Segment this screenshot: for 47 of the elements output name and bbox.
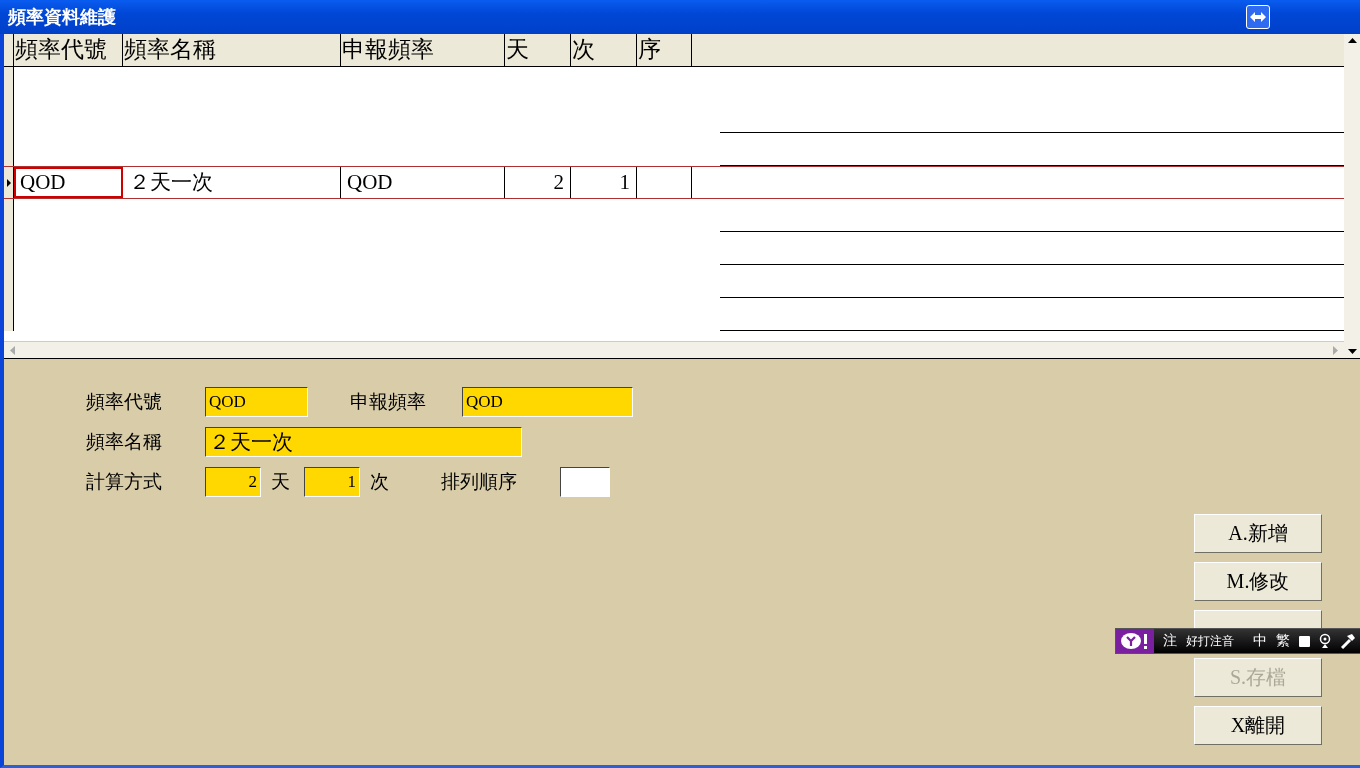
field-label: 頻率代號 [86,389,163,414]
ime-label[interactable]: 注 [1163,632,1177,650]
resize-arrows-icon [1250,12,1266,22]
column-header[interactable]: 次 [571,34,637,66]
days-field[interactable]: 2 [205,467,261,497]
order-field[interactable] [560,467,610,497]
yahoo-logo-icon [1116,629,1154,653]
field-label: 排列順序 [441,469,518,494]
row-selector[interactable] [4,167,14,198]
current-row-icon [6,178,11,187]
unit-label: 天 [271,469,290,494]
table-cell: ２天一次 [123,167,341,198]
field-label: 計算方式 [86,469,163,494]
column-header[interactable]: 頻率名稱 [123,34,341,66]
column-header[interactable]: 頻率代號 [14,34,123,66]
square-icon[interactable] [1299,635,1310,647]
row-selector[interactable] [4,298,14,331]
table-cell: 1 [571,167,637,198]
field-label: 申報頻率 [350,389,426,414]
code-field[interactable]: QOD [205,387,308,417]
ime-label[interactable]: 繁 [1276,632,1290,650]
table-cell: 2 [505,167,571,198]
window-title: 頻率資料維護 [8,5,116,29]
ime-toolbar[interactable]: 注 好打注音 中 繁 [1115,628,1360,654]
scroll-down-icon[interactable] [1347,349,1357,354]
row-selector[interactable] [4,199,14,232]
action-button[interactable]: X離開 [1194,706,1322,745]
action-button[interactable]: A.新增 [1194,514,1322,553]
times-field[interactable]: 1 [304,467,360,497]
report-field[interactable]: QOD [462,387,633,417]
table-cell: QOD [14,167,123,198]
scroll-up-icon[interactable] [1347,38,1357,43]
hammer-icon[interactable] [1340,633,1356,649]
column-header[interactable]: 序 [637,34,692,66]
row-selector[interactable] [4,67,14,100]
action-button[interactable]: M.修改 [1194,562,1322,601]
ime-label[interactable]: 中 [1253,632,1267,650]
resize-button[interactable] [1246,5,1270,29]
row-selector[interactable] [4,133,14,166]
unit-label: 次 [370,469,389,494]
column-header[interactable]: 申報頻率 [341,34,505,66]
vertical-scrollbar[interactable] [1344,34,1360,358]
field-label: 頻率名稱 [86,429,163,454]
ime-label[interactable]: 好打注音 [1186,632,1234,650]
column-header[interactable]: 天 [505,34,571,66]
name-field[interactable]: ２天一次 [205,427,522,457]
table-cell: QOD [341,167,505,198]
